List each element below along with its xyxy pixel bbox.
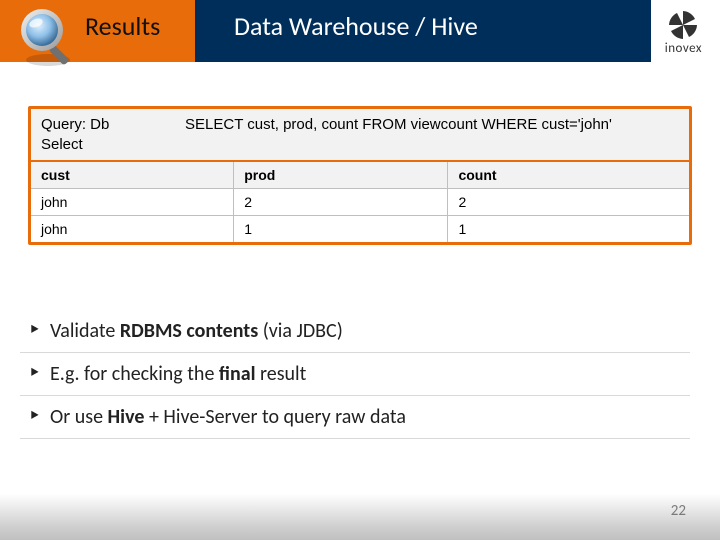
list-item: Validate RDBMS contents (via JDBC)	[20, 310, 690, 353]
header: Results Data Warehouse / Hive	[0, 0, 720, 62]
bullet-text-bold: RDBMS contents	[120, 319, 258, 343]
col-header: cust	[31, 162, 234, 189]
brand-logo: inovex	[665, 10, 702, 56]
page-number: 22	[671, 502, 686, 520]
bullet-text: Or use	[50, 405, 108, 429]
table-cell: 2	[448, 189, 689, 216]
query-label-line2: Select	[41, 136, 83, 153]
bullet-text: E.g. for checking the	[50, 362, 219, 386]
query-sql: SELECT cust, prod, count FROM viewcount …	[175, 109, 689, 160]
pinwheel-icon	[668, 10, 698, 40]
bullet-text: Validate	[50, 319, 120, 343]
table-header-row: cust prod count	[31, 162, 689, 189]
query-label: Query: Db Select	[31, 109, 175, 160]
table-row: john 1 1	[31, 216, 689, 243]
bullet-text-bold: final	[219, 362, 256, 386]
query-label-line1: Query: Db	[41, 116, 109, 133]
list-item: E.g. for checking the final result	[20, 353, 690, 396]
col-header: prod	[234, 162, 448, 189]
header-topic-label: Data Warehouse / Hive	[234, 10, 478, 42]
bullet-text: result	[256, 362, 307, 386]
table-row: john 2 2	[31, 189, 689, 216]
table-cell: 1	[448, 216, 689, 243]
brand-logo-text: inovex	[665, 41, 702, 56]
results-table: cust prod count john 2 2 john 1 1	[31, 162, 689, 242]
col-header: count	[448, 162, 689, 189]
bullet-text: (via JDBC)	[258, 319, 343, 343]
bullet-text-bold: Hive	[108, 405, 145, 429]
bullet-list: Validate RDBMS contents (via JDBC) E.g. …	[20, 310, 690, 439]
table-cell: john	[31, 216, 234, 243]
slide: Results Data Warehouse / Hive	[0, 0, 720, 540]
magnifier-icon	[14, 4, 80, 70]
bullet-text: + Hive-Server to query raw data	[144, 405, 406, 429]
table-cell: 1	[234, 216, 448, 243]
query-results-box: Query: Db Select SELECT cust, prod, coun…	[28, 106, 692, 245]
list-item: Or use Hive + Hive-Server to query raw d…	[20, 396, 690, 439]
table-cell: 2	[234, 189, 448, 216]
footer-gradient	[0, 494, 720, 540]
table-cell: john	[31, 189, 234, 216]
header-results-label: Results	[85, 10, 160, 42]
query-section: Query: Db Select SELECT cust, prod, coun…	[31, 109, 689, 162]
